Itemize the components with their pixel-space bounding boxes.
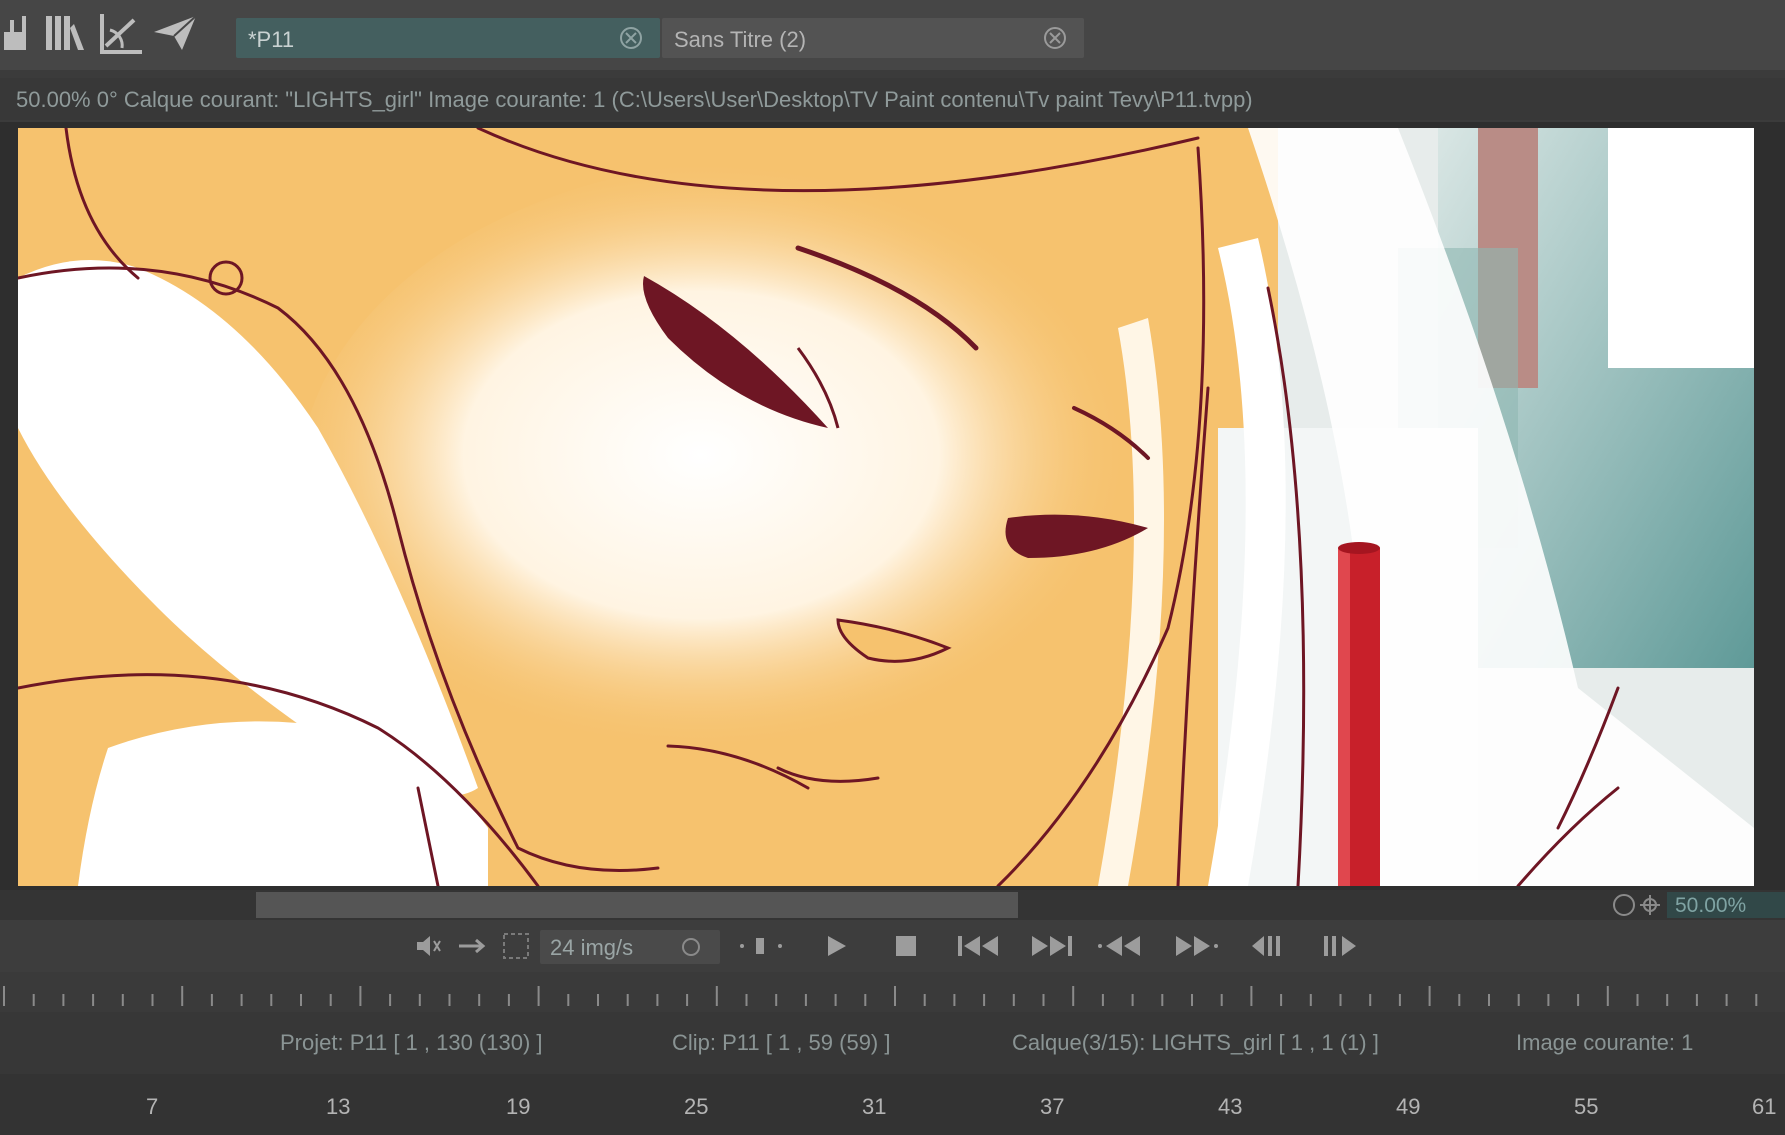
status-bar: 50.00% 0° Calque courant: "LIGHTS_girl" … <box>0 78 1785 120</box>
status-text: 50.00% 0° Calque courant: "LIGHTS_girl" … <box>16 87 1253 112</box>
tab-label: Sans Titre (2) <box>674 27 807 52</box>
zoom-field[interactable]: 50.00% <box>1667 892 1785 918</box>
frame-number: 55 <box>1574 1094 1599 1119</box>
frame-number: 43 <box>1218 1094 1243 1119</box>
layer-info: Calque(3/15): LIGHTS_girl [ 1 , 1 (1) ] <box>1012 1030 1379 1055</box>
fps-clear-icon[interactable] <box>680 936 702 958</box>
fps-selector[interactable]: 24 img/s <box>540 930 720 964</box>
previous-frame-button[interactable] <box>1096 932 1146 960</box>
horizontal-scrollbar[interactable]: 50.00% <box>0 890 1785 920</box>
range-icon[interactable] <box>500 930 532 962</box>
speaker-icon[interactable] <box>414 932 444 960</box>
zoom-value: 50.00% <box>1675 894 1747 917</box>
canvas-area[interactable] <box>0 122 1785 890</box>
frame-number: 49 <box>1396 1094 1421 1119</box>
frame-number: 19 <box>506 1094 531 1119</box>
top-toolbar: *P11 Sans Titre (2) <box>0 0 1785 70</box>
transport-bar: 24 img/s <box>0 920 1785 972</box>
play-button[interactable] <box>822 932 850 960</box>
scroll-thumb[interactable] <box>256 892 1018 918</box>
current-frame-info: Image courante: 1 <box>1516 1030 1694 1055</box>
loop-icon[interactable] <box>456 932 486 960</box>
frame-number: 37 <box>1040 1094 1065 1119</box>
onion-skin-icon[interactable] <box>734 932 790 960</box>
panels-icon[interactable] <box>44 10 84 54</box>
clip-info: Clip: P11 [ 1 , 59 (59) ] <box>672 1030 891 1055</box>
close-tab-icon[interactable] <box>618 25 644 51</box>
frame-numbers-row[interactable]: 7 13 19 25 31 37 43 49 55 61 <box>0 1074 1785 1135</box>
brush-tool-icon[interactable] <box>0 10 36 54</box>
frame-number: 13 <box>326 1094 351 1119</box>
close-tab-icon[interactable] <box>1042 25 1068 51</box>
next-frame-button[interactable] <box>1170 932 1220 960</box>
last-frame-button[interactable] <box>1026 932 1076 960</box>
frame-number: 7 <box>146 1094 159 1119</box>
first-frame-button[interactable] <box>954 932 1004 960</box>
ruler-tool-icon[interactable] <box>98 10 142 54</box>
tab-sans-titre[interactable]: Sans Titre (2) <box>662 18 1084 58</box>
drawing-canvas[interactable] <box>18 128 1754 886</box>
next-key-button[interactable] <box>1320 932 1360 960</box>
rotate-view-icon[interactable] <box>1611 892 1637 918</box>
project-info: Projet: P11 [ 1 , 130 (130) ] <box>280 1030 543 1055</box>
stop-button[interactable] <box>892 932 920 960</box>
fps-value: 24 img/s <box>550 935 634 960</box>
frame-number: 61 <box>1752 1094 1777 1119</box>
frame-number: 31 <box>862 1094 887 1119</box>
frame-number: 25 <box>684 1094 709 1119</box>
timeline-info-row: Projet: P11 [ 1 , 130 (130) ] Clip: P11 … <box>0 1012 1785 1074</box>
paper-plane-icon[interactable] <box>152 10 197 54</box>
tab-p11[interactable]: *P11 <box>236 18 660 58</box>
tab-label: *P11 <box>248 27 295 52</box>
previous-key-button[interactable] <box>1248 932 1288 960</box>
center-view-icon[interactable] <box>1637 892 1663 918</box>
timeline-ruler[interactable] <box>0 972 1785 1012</box>
